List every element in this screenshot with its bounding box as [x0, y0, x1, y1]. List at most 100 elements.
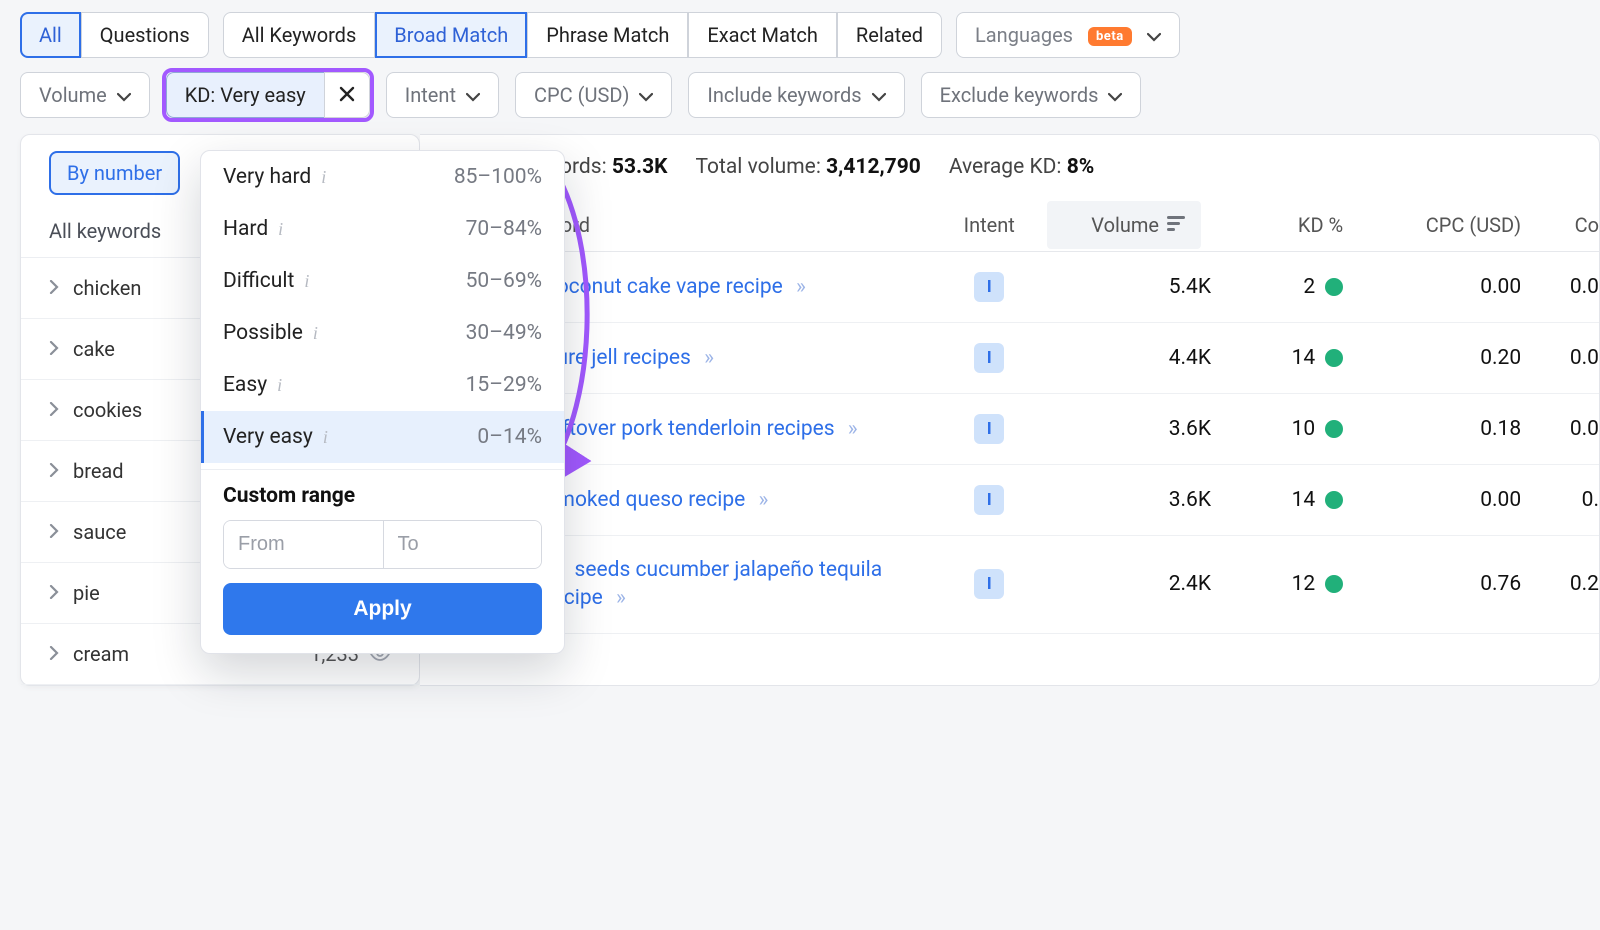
results-panel: ords: 53.3K Total volume: 3,412,790 Aver… — [420, 134, 1600, 686]
tab-all[interactable]: All — [20, 12, 81, 58]
filter-volume[interactable]: Volume — [20, 72, 150, 118]
info-icon: i — [313, 323, 318, 344]
kd-difficulty-dot — [1325, 420, 1343, 438]
col-co[interactable]: Co — [1541, 213, 1599, 237]
chevron-down-icon — [117, 83, 131, 107]
col-keyword[interactable]: word — [546, 213, 932, 237]
group-name: pie — [73, 581, 100, 605]
kd-difficulty-dot — [1325, 491, 1343, 509]
group-name: sauce — [73, 520, 126, 544]
intent-badge: I — [974, 569, 1004, 599]
filter-intent[interactable]: Intent — [386, 72, 499, 118]
kd-option[interactable]: Possiblei30–49% — [201, 307, 564, 359]
table-row: + sure jell recipes » I 4.4K 14 0.20 0.0 — [420, 323, 1599, 394]
group-name: cake — [73, 337, 115, 361]
group-name: bread — [73, 459, 124, 483]
close-icon — [339, 83, 355, 107]
cell-kd: 2 — [1241, 275, 1343, 299]
filter-include-keywords[interactable]: Include keywords — [688, 72, 904, 118]
kd-difficulty-dot — [1325, 575, 1343, 593]
custom-range-title: Custom range — [223, 484, 542, 508]
chevron-down-icon — [1108, 83, 1122, 107]
info-icon: i — [323, 427, 328, 448]
keyword-link[interactable]: sure jell recipes » — [546, 346, 714, 370]
chevron-down-icon — [872, 83, 886, 107]
cell-kd: 12 — [1241, 572, 1343, 596]
col-volume-sorted[interactable]: Volume — [1047, 201, 1201, 249]
chevron-down-icon — [639, 83, 653, 107]
cell-kd: 10 — [1241, 417, 1343, 441]
sort-desc-icon — [1167, 216, 1185, 234]
table-row: + leftover pork tenderloin recipes » I 3… — [420, 394, 1599, 465]
kd-option[interactable]: Easyi15–29% — [201, 359, 564, 411]
table-row: + smoked queso recipe » I 3.6K 14 0.00 0… — [420, 465, 1599, 536]
chevron-right-icon — [49, 340, 59, 359]
col-intent[interactable]: Intent — [931, 213, 1047, 237]
kd-option[interactable]: Difficulti50–69% — [201, 255, 564, 307]
info-icon: i — [304, 271, 309, 292]
kd-option[interactable]: Hardi70–84% — [201, 203, 564, 255]
custom-range-to[interactable] — [383, 521, 542, 568]
kd-option-range: 30–49% — [466, 321, 542, 345]
filter-kd-clear[interactable] — [324, 72, 370, 118]
filter-kd[interactable]: KD: Very easy — [166, 72, 324, 118]
chevron-right-icon — [49, 279, 59, 298]
beta-badge: beta — [1088, 27, 1132, 46]
cell-cpc: 0.00 — [1357, 488, 1541, 512]
tab-phrase-match[interactable]: Phrase Match — [527, 12, 688, 58]
col-kd[interactable]: KD % — [1241, 213, 1357, 237]
match-tabs: All Questions All Keywords Broad Match P… — [0, 0, 1600, 72]
cell-volume: 5.4K — [1047, 275, 1241, 299]
custom-range-from[interactable] — [224, 521, 383, 568]
summary-stats: ords: 53.3K Total volume: 3,412,790 Aver… — [420, 135, 1599, 199]
table-header: word Intent Volume KD % CPC (USD) Co — [420, 199, 1599, 252]
cell-co: 0.0 — [1541, 346, 1599, 370]
tab-questions[interactable]: Questions — [81, 12, 209, 58]
intent-badge: I — [974, 414, 1004, 444]
cell-kd: 14 — [1241, 346, 1343, 370]
kd-option-range: 85–100% — [454, 165, 542, 189]
tab-all-keywords[interactable]: All Keywords — [223, 12, 376, 58]
tab-related[interactable]: Related — [837, 12, 942, 58]
keyword-link[interactable]: smoked queso recipe » — [546, 488, 769, 512]
chevron-right-icon — [49, 523, 59, 542]
table-row: + 21 seeds cucumber jalapeño tequila rec… — [420, 536, 1599, 634]
group-name: cookies — [73, 398, 142, 422]
keyword-link[interactable]: 21 seeds cucumber jalapeño tequila recip… — [546, 558, 882, 610]
kd-difficulty-dot — [1325, 278, 1343, 296]
tab-broad-match[interactable]: Broad Match — [375, 12, 527, 58]
cell-cpc: 0.76 — [1357, 572, 1541, 596]
cell-cpc: 0.00 — [1357, 275, 1541, 299]
keyword-link[interactable]: coconut cake vape recipe » — [546, 275, 806, 299]
kd-option[interactable]: Very hardi85–100% — [201, 151, 564, 203]
intent-badge: I — [974, 272, 1004, 302]
chevron-right-icon — [49, 401, 59, 420]
keyword-link[interactable]: leftover pork tenderloin recipes » — [546, 417, 858, 441]
chevron-down-icon — [466, 83, 480, 107]
filter-exclude-keywords[interactable]: Exclude keywords — [921, 72, 1142, 118]
tab-languages[interactable]: Languages beta — [956, 12, 1180, 58]
cell-volume: 4.4K — [1047, 346, 1241, 370]
chevron-right-icon — [49, 645, 59, 664]
apply-button[interactable]: Apply — [223, 583, 542, 635]
chevron-down-icon — [1147, 23, 1161, 47]
cell-co: 0.0 — [1541, 275, 1599, 299]
filter-kd-active: KD: Very easy — [166, 72, 370, 118]
kd-option[interactable]: Very easyi0–14% — [201, 411, 564, 463]
tab-by-number[interactable]: By number — [49, 151, 180, 195]
kd-option-range: 50–69% — [466, 269, 542, 293]
cell-co: 0.2 — [1541, 572, 1599, 596]
external-link-icon: » — [611, 586, 626, 610]
group-name: chicken — [73, 276, 141, 300]
col-cpc[interactable]: CPC (USD) — [1357, 213, 1541, 237]
cell-co: 0. — [1541, 488, 1599, 512]
tab-exact-match[interactable]: Exact Match — [688, 12, 837, 58]
kd-option-range: 15–29% — [466, 373, 542, 397]
external-link-icon: » — [843, 417, 858, 441]
filter-cpc[interactable]: CPC (USD) — [515, 72, 672, 118]
external-link-icon: » — [791, 275, 806, 299]
cell-cpc: 0.20 — [1357, 346, 1541, 370]
external-link-icon: » — [699, 346, 714, 370]
chevron-right-icon — [49, 462, 59, 481]
stat-avg-kd: 8% — [1067, 155, 1095, 179]
